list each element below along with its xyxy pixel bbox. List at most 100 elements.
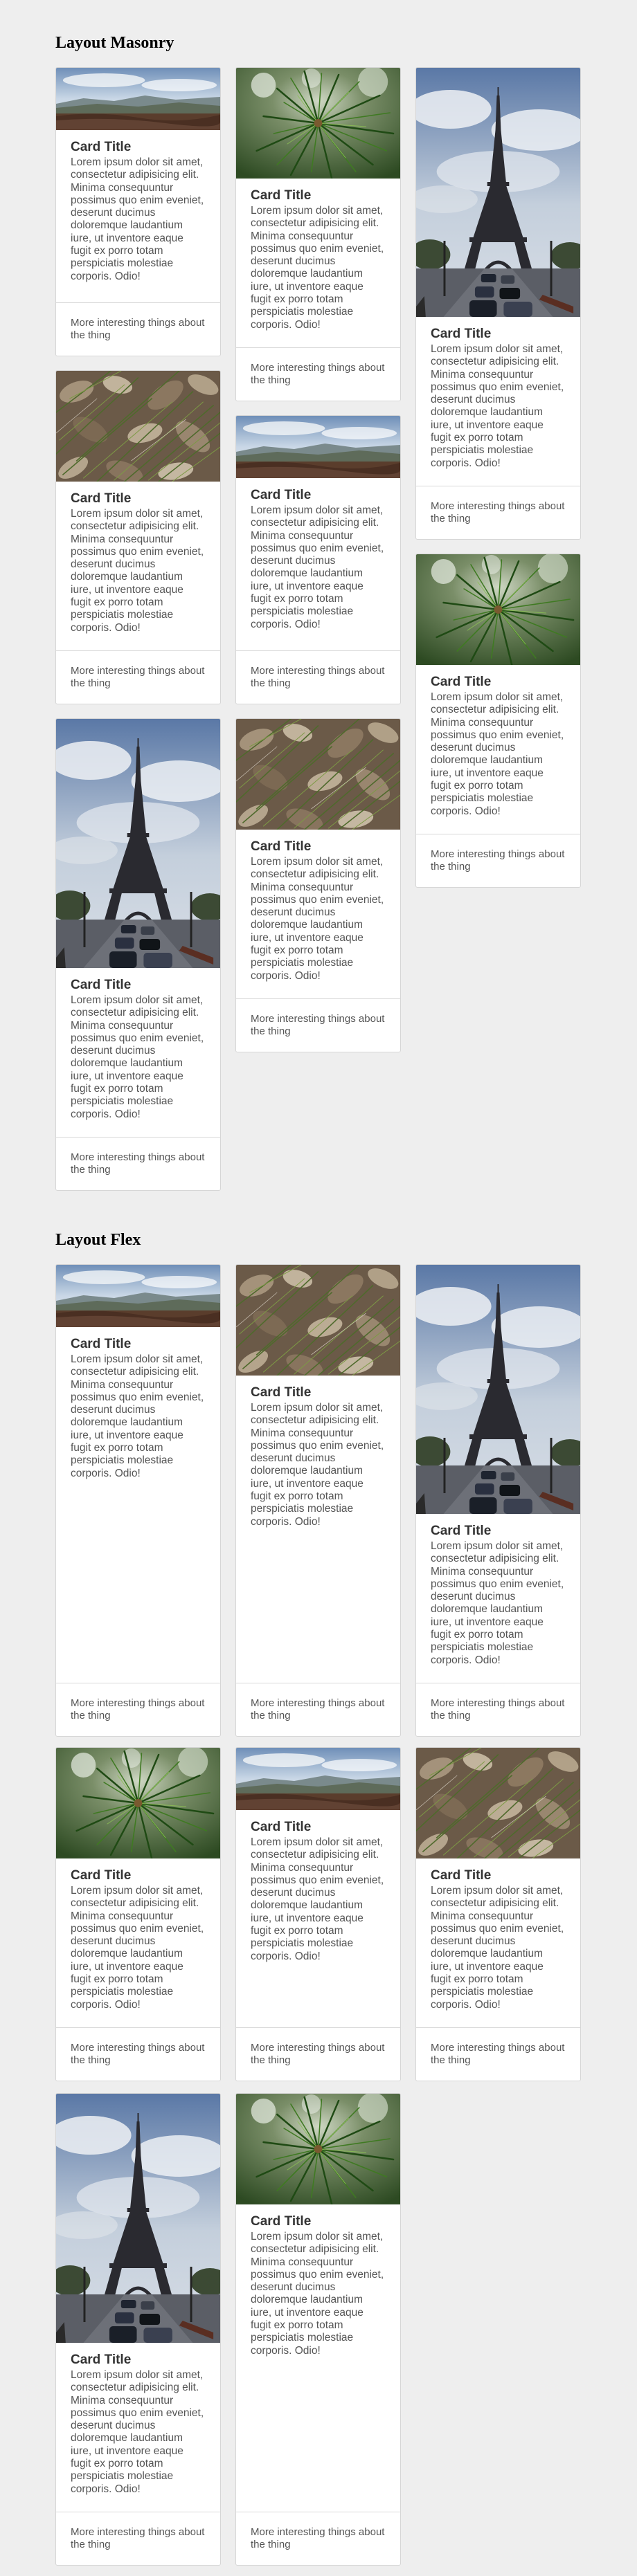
card-text: Lorem ipsum dolor sit amet, consectetur … <box>431 343 564 469</box>
masonry-card-2: Card Title Lorem ipsum dolor sit amet, co… <box>235 67 401 401</box>
pine-branch-photo <box>236 68 400 179</box>
card-footer: More interesting things about the thing <box>56 2027 220 2081</box>
pine-needles-leaves-photo <box>236 1265 400 1376</box>
card-title: Card Title <box>71 491 132 506</box>
card-body: Card Title Lorem ipsum dolor sit amet, co… <box>56 130 220 302</box>
card-body: Card Title Lorem ipsum dolor sit amet, co… <box>236 1376 400 1683</box>
card-image <box>236 719 400 830</box>
card-title: Card Title <box>71 1337 132 1351</box>
card-image <box>56 371 220 482</box>
card-footer: More interesting things about the thing <box>56 2512 220 2565</box>
card-title: Card Title <box>251 488 312 502</box>
card-text: Lorem ipsum dolor sit amet, consectetur … <box>251 1402 384 1528</box>
pine-needles-leaves-photo <box>236 719 400 830</box>
card-body: Card Title Lorem ipsum dolor sit amet, co… <box>236 478 400 650</box>
card-footer: More interesting things about the thing <box>236 2512 400 2565</box>
flex-card-6: Card Title Lorem ipsum dolor sit amet, co… <box>415 1747 581 2081</box>
pine-branch-photo <box>236 2094 400 2204</box>
landscape-photo <box>236 1748 400 1810</box>
card-footer: More interesting things about the thing <box>236 2027 400 2081</box>
card-body: Card Title Lorem ipsum dolor sit amet, co… <box>416 665 580 834</box>
card-title: Card Title <box>251 188 312 203</box>
eiffel-tower-photo <box>56 719 220 968</box>
card-text: Lorem ipsum dolor sit amet, consectetur … <box>431 1885 564 2011</box>
card-body: Card Title Lorem ipsum dolor sit amet, co… <box>56 482 220 650</box>
flex-card-5: Card Title Lorem ipsum dolor sit amet, co… <box>235 1747 401 2081</box>
eiffel-tower-photo <box>56 2094 220 2343</box>
card-title: Card Title <box>251 1385 312 1400</box>
card-text: Lorem ipsum dolor sit amet, consectetur … <box>251 1836 384 1962</box>
flex-card-7: Card Title Lorem ipsum dolor sit amet, co… <box>55 2093 221 2566</box>
card-footer: More interesting things about the thing <box>56 650 220 704</box>
pine-branch-photo <box>56 1748 220 1858</box>
card-image <box>236 2094 400 2204</box>
card-footer: More interesting things about the thing <box>56 1137 220 1190</box>
card-body: Card Title Lorem ipsum dolor sit amet, co… <box>236 830 400 998</box>
card-body: Card Title Lorem ipsum dolor sit amet, co… <box>56 968 220 1137</box>
card-image <box>56 68 220 130</box>
card-footer: More interesting things about the thing <box>56 1683 220 1736</box>
card-body: Card Title Lorem ipsum dolor sit amet, co… <box>236 1810 400 2027</box>
card-image <box>416 554 580 665</box>
card-title: Card Title <box>431 1524 492 1538</box>
card-body: Card Title Lorem ipsum dolor sit amet, co… <box>416 317 580 486</box>
card-footer: More interesting things about the thing <box>236 347 400 401</box>
card-body: Card Title Lorem ipsum dolor sit amet, co… <box>416 1858 580 2027</box>
masonry-card-5: Card Title Lorem ipsum dolor sit amet, co… <box>235 415 401 704</box>
card-title: Card Title <box>431 675 492 689</box>
card-text: Lorem ipsum dolor sit amet, consectetur … <box>71 2369 204 2495</box>
card-image <box>236 68 400 179</box>
card-body: Card Title Lorem ipsum dolor sit amet, co… <box>236 2204 400 2512</box>
card-body: Card Title Lorem ipsum dolor sit amet, co… <box>56 1858 220 2027</box>
pine-needles-leaves-photo <box>56 371 220 482</box>
card-footer: More interesting things about the thing <box>416 2027 580 2081</box>
card-image <box>236 1748 400 1810</box>
eiffel-tower-photo <box>416 1265 580 1514</box>
card-text: Lorem ipsum dolor sit amet, consectetur … <box>251 504 384 630</box>
card-title: Card Title <box>431 1868 492 1883</box>
card-image <box>56 2094 220 2343</box>
card-text: Lorem ipsum dolor sit amet, consectetur … <box>431 691 564 817</box>
card-text: Lorem ipsum dolor sit amet, consectetur … <box>71 1353 204 1479</box>
card-image <box>236 1265 400 1376</box>
landscape-photo <box>56 68 220 130</box>
flex-card-4: Card Title Lorem ipsum dolor sit amet, co… <box>55 1747 221 2081</box>
masonry-section-title: Layout Masonry <box>55 34 174 52</box>
landscape-photo <box>236 416 400 478</box>
eiffel-tower-photo <box>416 68 580 317</box>
masonry-card-6: Card Title Lorem ipsum dolor sit amet, co… <box>415 554 581 888</box>
card-text: Lorem ipsum dolor sit amet, consectetur … <box>71 994 204 1120</box>
card-title: Card Title <box>71 978 132 992</box>
card-title: Card Title <box>251 2214 312 2229</box>
card-footer: More interesting things about the thing <box>56 302 220 356</box>
card-body: Card Title Lorem ipsum dolor sit amet, co… <box>416 1514 580 1683</box>
flex-card-2: Card Title Lorem ipsum dolor sit amet, co… <box>235 1264 401 1737</box>
masonry-card-3: Card Title Lorem ipsum dolor sit amet, co… <box>415 67 581 540</box>
card-text: Lorem ipsum dolor sit amet, consectetur … <box>71 508 204 634</box>
card-title: Card Title <box>71 1868 132 1883</box>
flex-card-3: Card Title Lorem ipsum dolor sit amet, co… <box>415 1264 581 1737</box>
card-image <box>416 1265 580 1514</box>
card-title: Card Title <box>251 839 312 854</box>
card-title: Card Title <box>71 2353 132 2367</box>
masonry-card-1: Card Title Lorem ipsum dolor sit amet, co… <box>55 67 221 356</box>
flex-card-1: Card Title Lorem ipsum dolor sit amet, co… <box>55 1264 221 1737</box>
card-text: Lorem ipsum dolor sit amet, consectetur … <box>71 1885 204 2011</box>
masonry-card-4: Card Title Lorem ipsum dolor sit amet, co… <box>55 370 221 704</box>
card-footer: More interesting things about the thing <box>416 486 580 539</box>
card-text: Lorem ipsum dolor sit amet, consectetur … <box>251 856 384 982</box>
card-image <box>416 68 580 317</box>
card-image <box>56 1265 220 1327</box>
card-footer: More interesting things about the thing <box>416 1683 580 1736</box>
flex-section-title: Layout Flex <box>55 1231 141 1249</box>
card-image <box>56 719 220 968</box>
pine-needles-leaves-photo <box>416 1748 580 1858</box>
masonry-card-8: Card Title Lorem ipsum dolor sit amet, co… <box>235 718 401 1052</box>
card-footer: More interesting things about the thing <box>416 834 580 887</box>
pine-branch-photo <box>416 554 580 665</box>
card-title: Card Title <box>71 140 132 154</box>
card-footer: More interesting things about the thing <box>236 998 400 1052</box>
card-body: Card Title Lorem ipsum dolor sit amet, co… <box>56 1327 220 1683</box>
card-image <box>236 416 400 478</box>
card-body: Card Title Lorem ipsum dolor sit amet, co… <box>236 179 400 347</box>
